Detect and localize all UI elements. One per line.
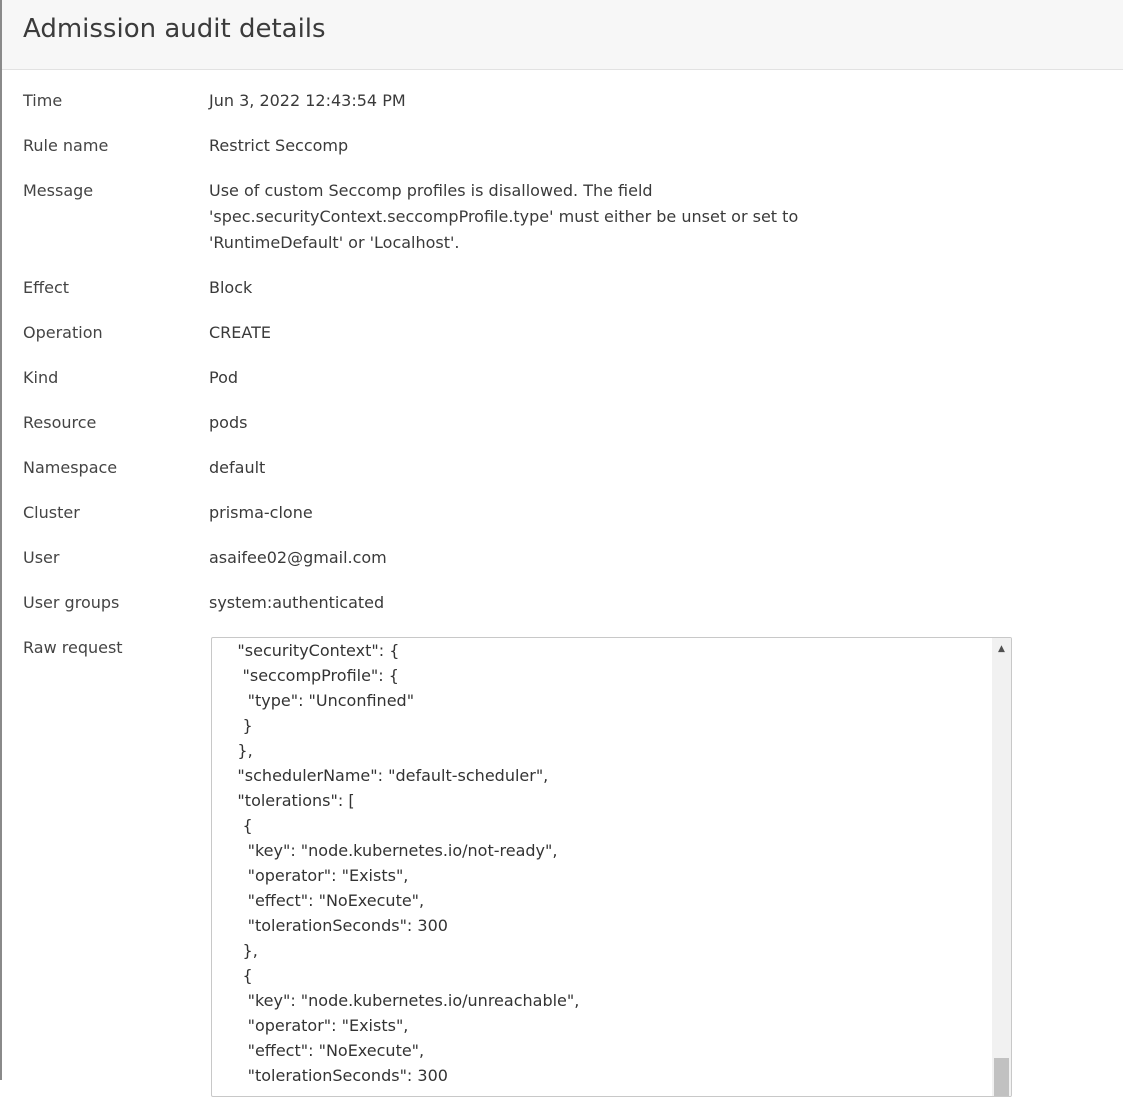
raw-line: "type": "Unconfined" (212, 691, 415, 710)
raw-line: } (212, 716, 253, 735)
field-label: Operation (23, 323, 103, 342)
field-label: Time (23, 91, 63, 110)
field-label: Cluster (23, 503, 80, 522)
raw-line: "securityContext": { (212, 641, 400, 660)
field-value: prisma-clone (209, 503, 313, 522)
raw-line: "tolerationSeconds": 300 (212, 916, 448, 935)
field-label: Namespace (23, 458, 118, 477)
raw-line: "effect": "NoExecute", (212, 891, 425, 910)
field-label: User (23, 548, 60, 567)
field-value: CREATE (209, 323, 271, 342)
raw-line: { (212, 966, 253, 985)
raw-line: "tolerations": [ (212, 791, 355, 810)
field-value: pods (209, 413, 248, 432)
raw-line: "seccompProfile": { (212, 666, 399, 685)
raw-line: "schedulerName": "default-scheduler", (212, 766, 549, 785)
field-label: Message (23, 181, 94, 200)
raw-line: }, (212, 941, 258, 960)
field-value: Jun 3, 2022 12:43:54 PM (209, 91, 406, 110)
admission-audit-modal: Admission audit details Time Jun 3, 2022… (0, 0, 1123, 1097)
scrollbar-thumb[interactable] (994, 1058, 1009, 1096)
field-value: asaifee02@gmail.com (209, 548, 387, 567)
field-label: Effect (23, 278, 70, 297)
field-label: Kind (23, 368, 59, 387)
modal-title: Admission audit details (23, 14, 326, 44)
raw-request-textarea[interactable]: "securityContext": { "seccompProfile": {… (211, 637, 1012, 1097)
raw-line: "effect": "NoExecute", (212, 1041, 425, 1060)
raw-line: "tolerationSeconds": 300 (212, 1066, 448, 1085)
field-value: Block (209, 278, 253, 297)
field-label: Resource (23, 413, 97, 432)
scroll-up-arrow-icon[interactable]: ▲ (992, 638, 1011, 660)
modal-header: Admission audit details (2, 0, 1123, 70)
field-value: Pod (209, 368, 239, 387)
raw-request-content: "securityContext": { "seccompProfile": {… (212, 638, 992, 1088)
raw-line: "operator": "Exists", (212, 1016, 409, 1035)
raw-line: "key": "node.kubernetes.io/not-ready", (212, 841, 558, 860)
field-value: default (209, 458, 266, 477)
field-value: system:authenticated (209, 593, 385, 612)
field-label: Rule name (23, 136, 109, 155)
field-label: Raw request (23, 638, 123, 657)
raw-line: { (212, 816, 253, 835)
field-value: Restrict Seccomp (209, 136, 349, 155)
vertical-scrollbar[interactable]: ▲ (992, 638, 1011, 1096)
raw-line: "operator": "Exists", (212, 866, 409, 885)
raw-line: "key": "node.kubernetes.io/unreachable", (212, 991, 580, 1010)
raw-line: }, (212, 741, 253, 760)
field-label: User groups (23, 593, 120, 612)
field-value: Use of custom Seccomp profiles is disall… (209, 181, 799, 252)
